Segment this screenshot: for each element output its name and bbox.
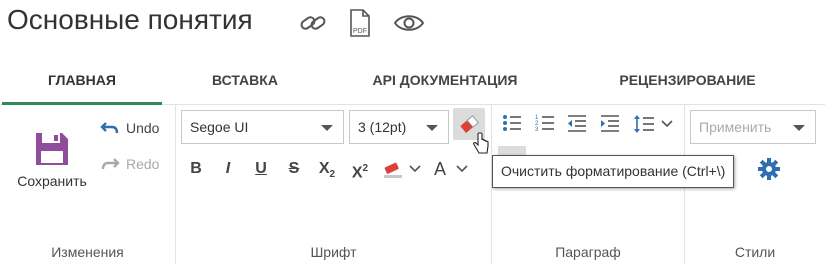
undo-button[interactable]: Undo bbox=[100, 116, 170, 140]
save-button[interactable]: Сохранить bbox=[8, 122, 96, 198]
chevron-down-icon bbox=[321, 125, 333, 131]
save-label: Сохранить bbox=[17, 173, 87, 189]
subscript-letter: X bbox=[318, 160, 330, 177]
numbered-list-icon[interactable]: 123 bbox=[535, 114, 555, 132]
subscript-button[interactable]: X2 bbox=[314, 156, 340, 182]
changes-group: Сохранить Undo Redo Изменения bbox=[0, 104, 176, 264]
font-size-value: 3 (12pt) bbox=[358, 119, 407, 135]
paragraph-group-label: Параграф bbox=[555, 244, 621, 260]
chevron-down-icon bbox=[661, 120, 673, 128]
apply-style-select[interactable]: Применить bbox=[690, 110, 816, 144]
bold-button[interactable]: B bbox=[183, 156, 209, 182]
bullet-list-icon[interactable] bbox=[502, 114, 522, 132]
apply-style-placeholder: Применить bbox=[699, 119, 772, 135]
line-spacing-icon bbox=[634, 115, 654, 133]
underline-button[interactable]: U bbox=[248, 156, 274, 182]
font-color-letter: A bbox=[433, 158, 446, 179]
tab-api-docs[interactable]: API ДОКУМЕНТАЦИЯ bbox=[340, 58, 550, 102]
save-icon bbox=[36, 133, 68, 165]
chevron-down-icon bbox=[426, 125, 438, 131]
redo-label: Redo bbox=[126, 156, 160, 172]
indent-icon[interactable] bbox=[600, 114, 620, 132]
link-icon[interactable] bbox=[298, 10, 328, 36]
pdf-icon[interactable]: PDF bbox=[347, 8, 373, 38]
font-family-value: Segoe UI bbox=[190, 119, 249, 135]
strikethrough-button[interactable]: S bbox=[281, 156, 307, 182]
tab-insert[interactable]: ВСТАВКА bbox=[165, 58, 325, 102]
ribbon-tabs: ГЛАВНАЯ ВСТАВКА API ДОКУМЕНТАЦИЯ РЕЦЕНЗИ… bbox=[0, 58, 825, 105]
superscript-button[interactable]: X2 bbox=[347, 156, 373, 182]
styles-group-label: Стили bbox=[734, 244, 776, 260]
hand-cursor-icon bbox=[473, 132, 489, 154]
tab-home[interactable]: ГЛАВНАЯ bbox=[2, 58, 162, 105]
gear-icon[interactable] bbox=[758, 158, 780, 180]
redo-icon bbox=[101, 158, 120, 170]
line-spacing-button[interactable] bbox=[630, 112, 676, 136]
outdent-icon[interactable] bbox=[567, 114, 587, 132]
chevron-down-icon bbox=[456, 165, 468, 173]
redo-button[interactable]: Redo bbox=[100, 152, 170, 176]
chevron-down-icon bbox=[793, 125, 805, 131]
superscript-letter: X bbox=[351, 164, 363, 182]
italic-button[interactable]: I bbox=[215, 156, 241, 182]
page-title: Основные понятия bbox=[7, 4, 253, 35]
chevron-down-icon bbox=[409, 165, 421, 173]
undo-icon bbox=[100, 122, 119, 134]
font-size-select[interactable]: 3 (12pt) bbox=[349, 110, 449, 144]
font-group: Segoe UI 3 (12pt) B I U S X2 X2 A Шрифт bbox=[176, 104, 492, 264]
tab-review[interactable]: РЕЦЕНЗИРОВАНИЕ bbox=[590, 58, 785, 102]
highlighter-icon bbox=[384, 162, 402, 178]
font-color-button[interactable]: A bbox=[428, 156, 474, 182]
undo-label: Undo bbox=[126, 120, 160, 136]
subscript-mark: 2 bbox=[329, 169, 336, 181]
superscript-mark: 2 bbox=[362, 163, 369, 174]
font-group-label: Шрифт bbox=[310, 244, 357, 260]
svg-text:PDF: PDF bbox=[353, 28, 367, 35]
clear-formatting-tooltip: Очистить форматирование (Ctrl+\) bbox=[492, 155, 735, 188]
highlight-color-button[interactable] bbox=[379, 156, 425, 182]
title-bar: Основные понятия PDF bbox=[0, 0, 825, 46]
eye-icon[interactable] bbox=[393, 12, 425, 34]
font-family-select[interactable]: Segoe UI bbox=[181, 110, 344, 144]
changes-group-label: Изменения bbox=[51, 244, 124, 260]
svg-text:3: 3 bbox=[535, 127, 539, 132]
